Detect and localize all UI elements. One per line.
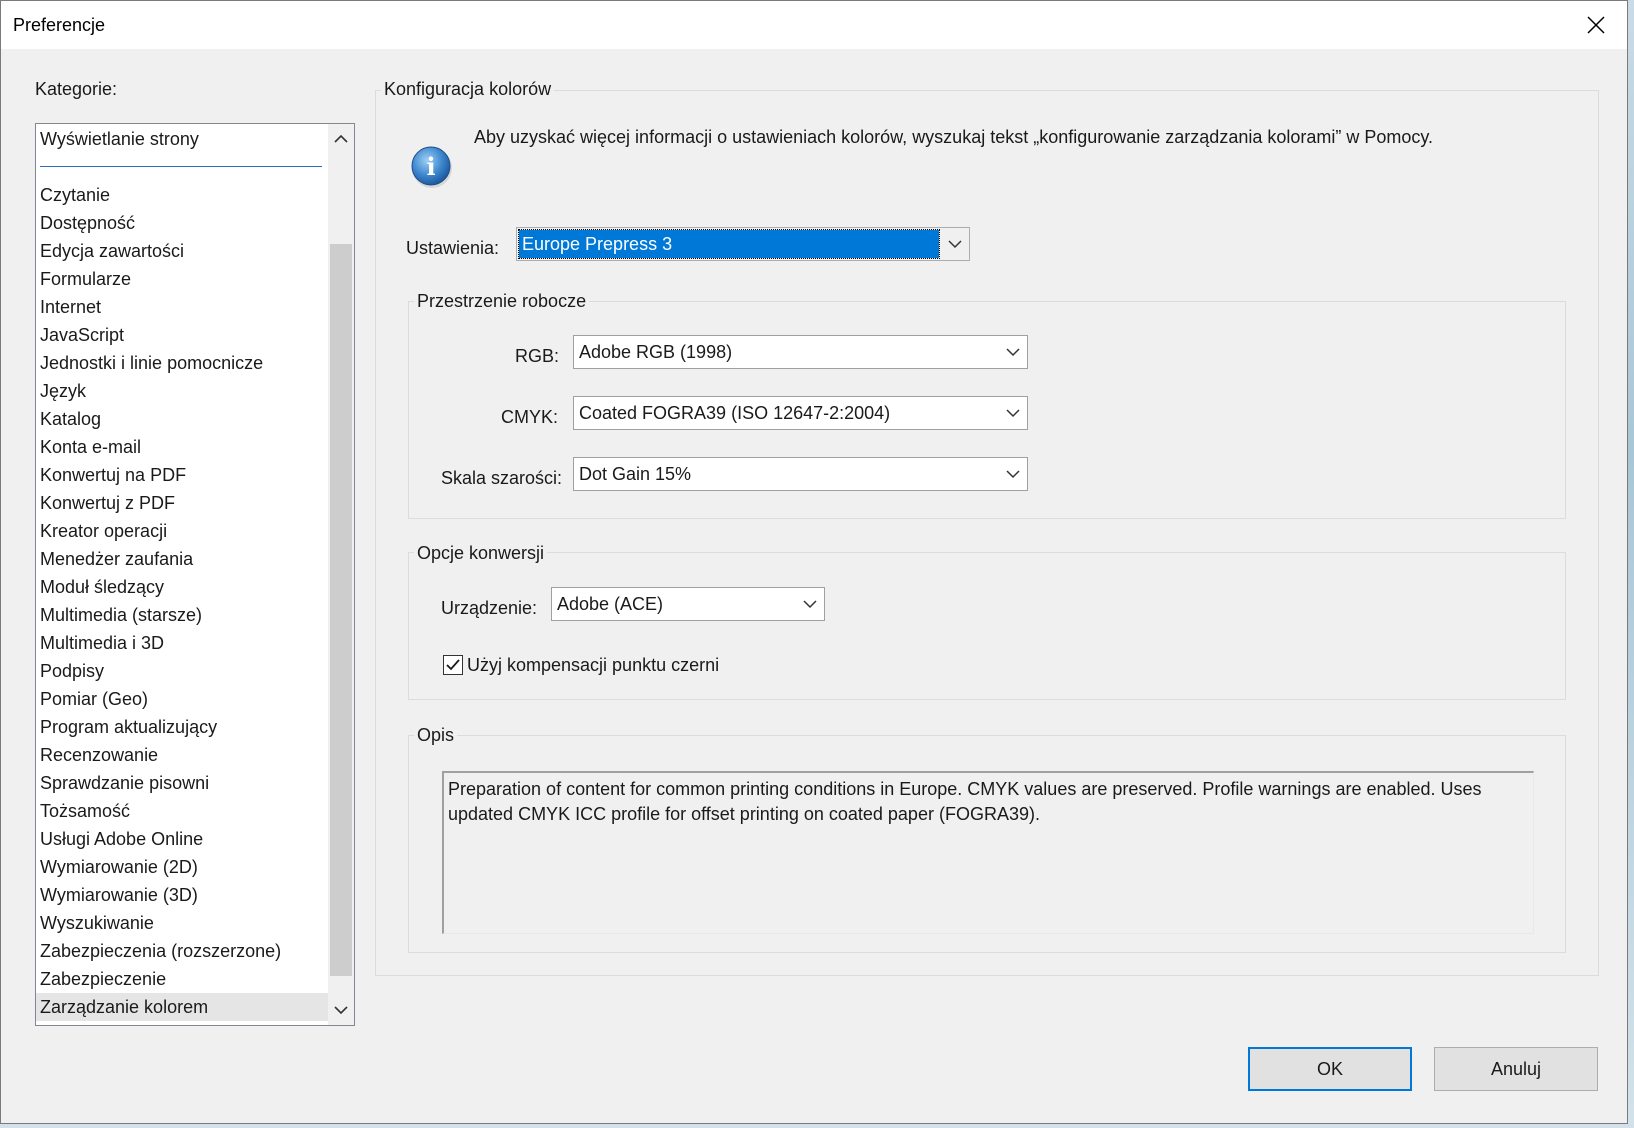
category-item[interactable]: Wyświetlanie strony bbox=[36, 125, 328, 153]
category-item[interactable]: Kreator operacji bbox=[36, 517, 328, 545]
rgb-select[interactable]: Adobe RGB (1998) bbox=[573, 335, 1028, 369]
black-point-compensation-label[interactable]: Użyj kompensacji punktu czerni bbox=[467, 655, 719, 676]
category-item[interactable]: Zabezpieczenia (rozszerzone) bbox=[36, 937, 328, 965]
category-item[interactable]: Jednostki i linie pomocnicze bbox=[36, 349, 328, 377]
svg-text:i: i bbox=[426, 152, 435, 181]
category-item[interactable]: Internet bbox=[36, 293, 328, 321]
category-item[interactable]: Konwertuj na PDF bbox=[36, 461, 328, 489]
description-text: Preparation of content for common printi… bbox=[442, 771, 1534, 934]
categories-list[interactable]: Wyświetlanie strony Czytanie Dostępność Edy… bbox=[35, 123, 355, 1026]
scroll-down-button[interactable] bbox=[328, 997, 354, 1023]
engine-value: Adobe (ACE) bbox=[557, 594, 664, 614]
chevron-down-icon bbox=[941, 228, 969, 260]
cmyk-select[interactable]: Coated FOGRA39 (ISO 12647-2:2004) bbox=[573, 396, 1028, 430]
category-divider bbox=[40, 166, 322, 167]
rgb-label: RGB: bbox=[515, 346, 560, 366]
category-item[interactable]: Moduł śledzący bbox=[36, 573, 328, 601]
color-config-title: Konfiguracja kolorów bbox=[381, 79, 555, 100]
category-item[interactable]: Multimedia (starsze) bbox=[36, 601, 328, 629]
settings-select[interactable]: Europe Prepress 3 bbox=[516, 227, 970, 261]
info-text: Aby uzyskać więcej informacji o ustawien… bbox=[474, 127, 1434, 147]
settings-value: Europe Prepress 3 bbox=[518, 229, 940, 259]
ok-button[interactable]: OK bbox=[1248, 1047, 1412, 1091]
chevron-down-icon bbox=[334, 1006, 348, 1015]
category-item[interactable]: Podpisy bbox=[36, 657, 328, 685]
scroll-thumb[interactable] bbox=[330, 244, 352, 976]
working-spaces-title: Przestrzenie robocze bbox=[414, 291, 590, 312]
info-icon: i bbox=[411, 146, 452, 188]
checkmark-icon bbox=[446, 659, 460, 671]
engine-select[interactable]: Adobe (ACE) bbox=[551, 587, 825, 621]
category-item[interactable]: Menedżer zaufania bbox=[36, 545, 328, 573]
category-item[interactable]: Konwertuj z PDF bbox=[36, 489, 328, 517]
category-item[interactable]: Katalog bbox=[36, 405, 328, 433]
category-item[interactable]: Wymiarowanie (2D) bbox=[36, 853, 328, 881]
window-title: Preferencje bbox=[13, 15, 106, 35]
category-item[interactable]: Zarządzanie kolorem bbox=[36, 993, 328, 1021]
category-item[interactable]: Dostępność bbox=[36, 209, 328, 237]
description-title: Opis bbox=[414, 725, 458, 746]
category-item[interactable]: Język bbox=[36, 377, 328, 405]
cmyk-value: Coated FOGRA39 (ISO 12647-2:2004) bbox=[579, 403, 891, 423]
category-item[interactable]: Recenzowanie bbox=[36, 741, 328, 769]
category-item[interactable]: Konta e-mail bbox=[36, 433, 328, 461]
category-item[interactable]: Wyszukiwanie bbox=[36, 909, 328, 937]
cancel-button[interactable]: Anuluj bbox=[1434, 1047, 1598, 1091]
category-item[interactable]: Czytanie bbox=[36, 181, 328, 209]
grayscale-value: Dot Gain 15% bbox=[579, 464, 692, 484]
category-item[interactable]: Zabezpieczenie bbox=[36, 965, 328, 993]
engine-label: Urządzenie: bbox=[441, 598, 538, 618]
category-item[interactable]: Sprawdzanie pisowni bbox=[36, 769, 328, 797]
categories-scrollbar[interactable] bbox=[328, 124, 354, 1025]
category-item[interactable]: Edycja zawartości bbox=[36, 237, 328, 265]
conversion-group bbox=[408, 552, 1566, 700]
category-item[interactable]: Usługi Adobe Online bbox=[36, 825, 328, 853]
category-item[interactable]: Pomiar (Geo) bbox=[36, 685, 328, 713]
conversion-title: Opcje konwersji bbox=[414, 543, 548, 564]
category-item[interactable]: JavaScript bbox=[36, 321, 328, 349]
categories-label: Kategorie: bbox=[35, 79, 118, 99]
chevron-down-icon bbox=[796, 588, 824, 620]
chevron-down-icon bbox=[999, 458, 1027, 490]
chevron-down-icon bbox=[999, 336, 1027, 368]
grayscale-select[interactable]: Dot Gain 15% bbox=[573, 457, 1028, 491]
chevron-down-icon bbox=[999, 397, 1027, 429]
close-button[interactable] bbox=[1565, 1, 1627, 49]
black-point-compensation-checkbox[interactable] bbox=[443, 655, 463, 675]
title-bar: Preferencje bbox=[1, 1, 1627, 49]
chevron-up-icon bbox=[334, 134, 348, 143]
scroll-up-button[interactable] bbox=[328, 126, 354, 152]
category-item[interactable]: Formularze bbox=[36, 265, 328, 293]
category-item[interactable]: Wymiarowanie (3D) bbox=[36, 881, 328, 909]
grayscale-label: Skala szarości: bbox=[441, 468, 563, 488]
close-icon bbox=[1587, 16, 1605, 34]
preferences-dialog: Preferencje Kategorie: Wyświetlanie stro… bbox=[0, 0, 1628, 1124]
category-item[interactable]: Multimedia i 3D bbox=[36, 629, 328, 657]
settings-label: Ustawienia: bbox=[406, 238, 500, 258]
cmyk-label: CMYK: bbox=[501, 407, 559, 427]
category-item[interactable]: Tożsamość bbox=[36, 797, 328, 825]
category-item[interactable]: Program aktualizujący bbox=[36, 713, 328, 741]
rgb-value: Adobe RGB (1998) bbox=[579, 342, 733, 362]
